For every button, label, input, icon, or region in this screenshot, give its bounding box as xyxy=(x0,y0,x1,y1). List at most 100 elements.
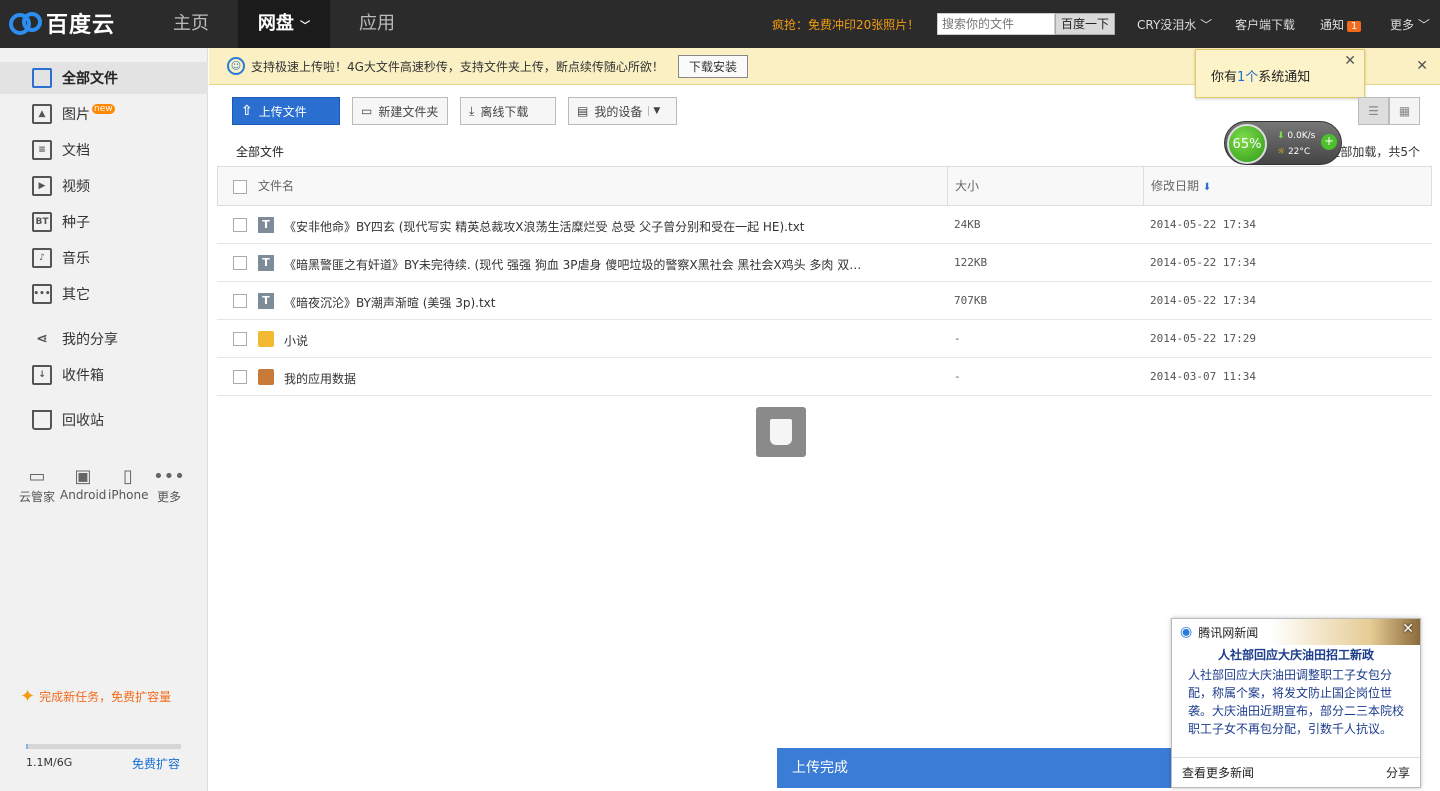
row-checkbox[interactable] xyxy=(233,256,247,270)
notice-count[interactable]: 1个 xyxy=(1237,70,1258,85)
notifications-link[interactable]: 通知 1 xyxy=(1320,16,1362,33)
more-news-link[interactable]: 查看更多新闻 xyxy=(1182,764,1254,781)
device-more[interactable]: ••• 更多 xyxy=(152,466,186,505)
news-source: 腾讯网新闻 xyxy=(1198,625,1259,640)
sidebar-item-label: 视频 xyxy=(62,179,90,195)
new-folder-icon: ▭ xyxy=(361,104,373,118)
plus-icon[interactable]: + xyxy=(1321,134,1337,150)
torrent-icon: BT xyxy=(32,212,52,232)
column-size[interactable]: 大小 xyxy=(955,167,979,205)
device-icon: ▤ xyxy=(577,104,589,118)
text-file-icon: T xyxy=(258,255,274,271)
search-input[interactable] xyxy=(937,13,1055,35)
user-menu[interactable]: CRY没泪水 ﹀ xyxy=(1137,16,1212,33)
grid-view-button[interactable]: ▦ xyxy=(1389,97,1420,125)
sidebar-item-videos[interactable]: ▶ 视频 xyxy=(0,170,208,202)
my-devices-label: 我的设备 xyxy=(594,104,643,119)
table-header: 文件名 大小 修改日期 ⬇ xyxy=(217,166,1432,206)
device-iphone[interactable]: ▯ iPhone xyxy=(108,466,149,502)
news-body[interactable]: 人社部回应大庆油田调整职工子女包分配，称属个案，将发文防止国企岗位世袭。大庆油田… xyxy=(1172,663,1420,738)
table-row[interactable]: T 《安非他命》BY四玄 (现代写实 精英总裁攻X浪荡生活糜烂受 总受 父子曾分… xyxy=(217,206,1432,244)
row-checkbox[interactable] xyxy=(233,370,247,384)
table-row[interactable]: 小说 - 2014-05-22 17:29 xyxy=(217,320,1432,358)
usb-drive-icon[interactable] xyxy=(756,407,806,457)
sidebar-item-documents[interactable]: ≡ 文档 xyxy=(0,134,208,166)
client-download-link[interactable]: 客户端下载 xyxy=(1235,16,1295,33)
file-name[interactable]: 《暗夜沉沦》BY潮声渐暄 (美强 3p).txt xyxy=(284,294,884,311)
file-date: 2014-03-07 11:34 xyxy=(1150,370,1256,383)
upload-complete-bar[interactable]: 上传完成 xyxy=(777,748,1177,788)
row-checkbox[interactable] xyxy=(233,332,247,346)
sidebar-item-music[interactable]: ♪ 音乐 xyxy=(0,242,208,274)
sidebar-item-inbox[interactable]: ↓ 收件箱 xyxy=(0,359,208,391)
list-view-button[interactable]: ☰ xyxy=(1358,97,1389,125)
table-row[interactable]: T 《暗黑警匪之有奸道》BY未完待续. (现代 强强 狗血 3P虐身 傻吧垃圾的… xyxy=(217,244,1432,282)
sidebar-item-my-shares[interactable]: ⋖ 我的分享 xyxy=(0,323,208,355)
device-cloud-manager[interactable]: ▭ 云管家 xyxy=(18,466,56,505)
sidebar-item-label: 收件箱 xyxy=(62,368,104,384)
column-filename[interactable]: 文件名 xyxy=(258,167,294,205)
text-file-icon: T xyxy=(258,217,274,233)
share-link[interactable]: 分享 xyxy=(1386,764,1410,781)
breadcrumb[interactable]: 全部文件 xyxy=(236,143,284,160)
baidu-cloud-logo[interactable]: 百度云 xyxy=(8,8,115,38)
quota-text: 1.1M/6G xyxy=(26,756,73,769)
folder-icon xyxy=(258,331,274,347)
file-name[interactable]: 小说 xyxy=(284,332,884,349)
table-row[interactable]: T 《暗夜沉沦》BY潮声渐暄 (美强 3p).txt 707KB 2014-05… xyxy=(217,282,1432,320)
download-install-button[interactable]: 下载安装 xyxy=(677,54,748,78)
promo-link[interactable]: 疯抢：免费冲印20张照片！ xyxy=(772,16,919,33)
sidebar-item-label: 其它 xyxy=(62,287,90,303)
news-title[interactable]: 人社部回应大庆油田招工新政 xyxy=(1172,646,1420,663)
other-icon: ••• xyxy=(32,284,52,304)
expand-quota-link[interactable]: 免费扩容 xyxy=(132,755,180,772)
chevron-down-icon[interactable]: ▼ xyxy=(648,106,660,116)
nav-home[interactable]: 主页 xyxy=(150,0,232,48)
file-name[interactable]: 《暗黑警匪之有奸道》BY未完待续. (现代 强强 狗血 3P虐身 傻吧垃圾的警察… xyxy=(284,256,884,273)
close-icon[interactable]: ✕ xyxy=(1402,621,1414,637)
sidebar-item-label: 全部文件 xyxy=(62,71,118,87)
row-checkbox[interactable] xyxy=(233,294,247,308)
search-button[interactable]: 百度一下 xyxy=(1055,13,1115,35)
cloud-logo-icon xyxy=(9,12,42,35)
android-icon: ▣ xyxy=(74,466,92,487)
file-name[interactable]: 《安非他命》BY四玄 (现代写实 精英总裁攻X浪荡生活糜烂受 总受 父子曾分别和… xyxy=(284,218,884,235)
column-divider xyxy=(1143,167,1144,205)
system-notice-popup[interactable]: 你有1个系统通知 ✕ xyxy=(1195,49,1365,98)
sidebar-item-label: 我的分享 xyxy=(62,332,118,348)
upload-button[interactable]: ⇧ 上传文件 xyxy=(232,97,340,125)
table-row[interactable]: 我的应用数据 - 2014-03-07 11:34 xyxy=(217,358,1432,396)
speed-widget[interactable]: 65% ⬇ 0.0K/s ☼ 22°C + xyxy=(1224,121,1342,165)
sidebar-item-all-files[interactable]: 全部文件 xyxy=(0,62,208,94)
mission-link[interactable]: ✦ 完成新任务，免费扩容量 xyxy=(20,686,171,707)
close-icon[interactable]: ✕ xyxy=(1344,53,1356,69)
file-size: 122KB xyxy=(954,256,988,269)
sidebar-item-other[interactable]: ••• 其它 xyxy=(0,278,208,310)
file-name[interactable]: 我的应用数据 xyxy=(284,370,884,387)
select-all-checkbox[interactable] xyxy=(233,180,247,194)
sidebar-item-label: 种子 xyxy=(62,215,90,231)
offline-download-button[interactable]: ⤓ 离线下载 xyxy=(460,97,556,125)
monitor-icon: ▭ xyxy=(28,466,46,487)
image-icon: ▲ xyxy=(32,104,52,124)
quota-progress-fill xyxy=(26,744,28,749)
nav-netdisk[interactable]: 网盘 ﹀ xyxy=(238,0,330,48)
more-menu[interactable]: 更多 ﹀ xyxy=(1390,16,1430,33)
my-devices-button[interactable]: ▤ 我的设备 ▼ xyxy=(568,97,677,125)
file-size: - xyxy=(954,370,961,383)
new-folder-button[interactable]: ▭ 新建文件夹 xyxy=(352,97,448,125)
sidebar-item-torrents[interactable]: BT 种子 xyxy=(0,206,208,238)
row-checkbox[interactable] xyxy=(233,218,247,232)
sidebar-item-trash[interactable]: 回收站 xyxy=(0,404,208,436)
news-header: ◉ 腾讯网新闻 xyxy=(1172,619,1420,645)
device-android[interactable]: ▣ Android xyxy=(60,466,106,502)
nav-apps[interactable]: 应用 xyxy=(336,0,418,48)
offline-download-label: 离线下载 xyxy=(480,104,529,119)
speed-percent: 65% xyxy=(1227,124,1267,164)
party-horn-icon: ✦ xyxy=(20,686,36,707)
chevron-down-icon: ﹀ xyxy=(1200,18,1213,32)
column-modified[interactable]: 修改日期 ⬇ xyxy=(1151,167,1211,205)
close-icon[interactable]: ✕ xyxy=(1416,58,1428,74)
sidebar-item-images[interactable]: ▲ 图片 new xyxy=(0,98,208,130)
temperature: 22°C xyxy=(1287,147,1311,157)
